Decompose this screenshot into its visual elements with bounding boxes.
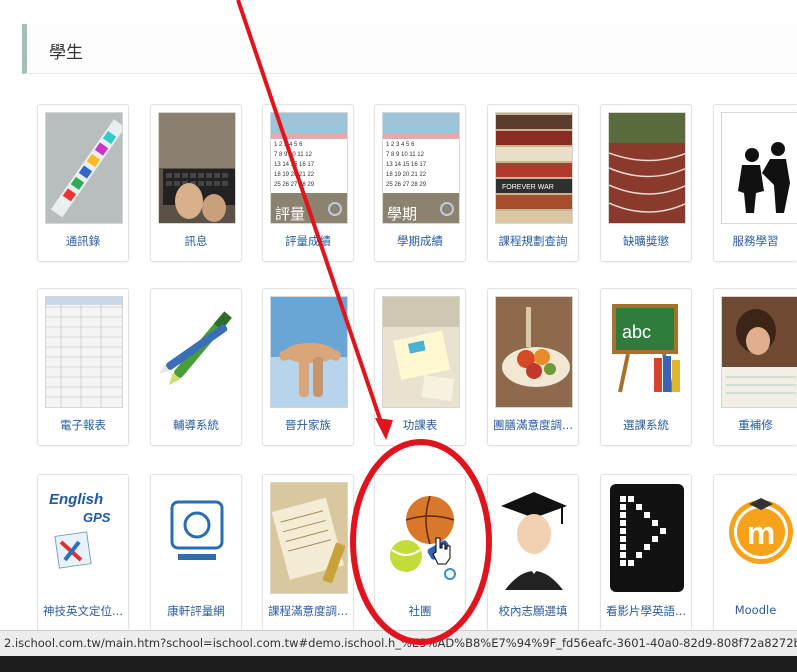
pens-thumbnail [158, 296, 236, 408]
tile-label: 電子報表 [60, 418, 106, 432]
tile-makeup-class[interactable]: 重補修 [713, 288, 797, 446]
os-taskbar [0, 656, 797, 672]
tile-service-learning[interactable]: 服務學習 [713, 104, 797, 262]
graduate-thumbnail [495, 482, 573, 594]
section-title: 學生 [49, 43, 83, 63]
tile-contacts[interactable]: 通訊錄 [37, 104, 129, 262]
tile-course-plan[interactable]: FOREVER WAR 課程規劃查詢 [487, 104, 579, 262]
chalkboard-text: abc [622, 322, 651, 342]
tile-course-survey[interactable]: 課程滿意度調... [262, 474, 354, 632]
tile-messages[interactable]: 訊息 [150, 104, 242, 262]
tile-moodle[interactable]: m Moodle [713, 474, 797, 632]
tile-label: 輔導系統 [173, 418, 219, 432]
tile-semester-grades[interactable]: 1 2 3 4 5 6 7 8 9 10 11 12 13 14 15 16 1… [374, 104, 466, 262]
tile-homework[interactable]: 功課表 [374, 288, 466, 446]
tile-assessment-grades[interactable]: 1 2 3 4 5 6 7 8 9 10 11 12 13 14 15 16 1… [262, 104, 354, 262]
calendar-overlay-text: 學期 [387, 205, 417, 223]
svg-text:25 26 27 28 29: 25 26 27 28 29 [274, 182, 315, 188]
spreadsheet-thumbnail [45, 296, 123, 408]
tile-label: 晉升家族 [285, 418, 331, 432]
tile-label: 社團 [408, 604, 432, 618]
svg-text:1 2 3 4 5 6: 1 2 3 4 5 6 [386, 142, 415, 148]
tile-label: 課程滿意度調... [268, 604, 348, 618]
tile-label: 校內志願選填 [498, 604, 568, 618]
status-url: 2.ischool.com.tw/main.htm?school=ischool… [4, 636, 797, 650]
tile-video-english[interactable]: 看影片學英語... [600, 474, 692, 632]
messages-thumbnail [158, 112, 236, 224]
notes-thumbnail [382, 296, 460, 408]
tile-english-gps[interactable]: English GPS 神技英文定位... [37, 474, 129, 632]
tile-label: 團膳滿意度調... [493, 418, 573, 432]
tile-attendance[interactable]: 缺曠獎懲 [600, 104, 692, 262]
video-play-thumbnail [608, 482, 686, 594]
tile-label: 缺曠獎懲 [623, 234, 669, 248]
contacts-thumbnail [45, 112, 123, 224]
status-bar: 2.ischool.com.tw/main.htm?school=ischool… [0, 630, 797, 656]
svg-text:7 8 9 10 11 12: 7 8 9 10 11 12 [386, 152, 425, 158]
svg-text:18 19 20 21 22: 18 19 20 21 22 [274, 172, 315, 178]
svg-text:7 8 9 10 11 12: 7 8 9 10 11 12 [274, 152, 313, 158]
moodle-logo-letter: m [747, 515, 775, 551]
calendar-thumbnail: 1 2 3 4 5 6 7 8 9 10 11 12 13 14 15 16 1… [382, 112, 460, 224]
tile-label: 通訊錄 [65, 234, 101, 248]
tile-label: 服務學習 [732, 234, 779, 248]
kangxuan-thumbnail [158, 482, 236, 594]
tile-family[interactable]: 晉升家族 [262, 288, 354, 446]
tile-label: 學期成績 [397, 234, 443, 248]
svg-text:18 19 20 21 22: 18 19 20 21 22 [386, 172, 427, 178]
app-page: 學生 通訊錄 訊息 1 2 3 4 5 6 7 8 9 10 11 12 13 … [0, 0, 797, 672]
tile-label: 功課表 [402, 418, 438, 432]
tile-label: 選課系統 [623, 418, 669, 432]
silhouette-thumbnail [721, 112, 797, 224]
svg-text:1 2 3 4 5 6: 1 2 3 4 5 6 [274, 142, 303, 148]
hands-thumbnail [270, 296, 348, 408]
tile-label: 評量成績 [285, 234, 331, 248]
tile-label: 康軒評量網 [167, 604, 225, 618]
tile-kangxuan-assessment[interactable]: 康軒評量網 [150, 474, 242, 632]
calendar-overlay-text: 評量 [275, 206, 305, 223]
tile-meal-survey[interactable]: 團膳滿意度調... [487, 288, 579, 446]
chalkboard-thumbnail: abc [608, 296, 686, 408]
books-thumbnail: FOREVER WAR [495, 112, 573, 224]
tile-label: 重補修 [738, 418, 773, 432]
tile-label: 神技英文定位... [43, 604, 123, 618]
tile-electronic-reports[interactable]: 電子報表 [37, 288, 129, 446]
section-header: 學生 [22, 24, 797, 74]
tile-course-selection[interactable]: abc 選課系統 [600, 288, 692, 446]
english-gps-thumbnail: English GPS [45, 482, 123, 594]
track-thumbnail [608, 112, 686, 224]
tile-volunteer-selection[interactable]: 校內志願選填 [487, 474, 579, 632]
tile-label: Moodle [734, 603, 777, 617]
tile-counseling[interactable]: 輔導系統 [150, 288, 242, 446]
tile-label: 課程規劃查詢 [498, 234, 568, 248]
food-thumbnail [495, 296, 573, 408]
svg-text:25 26 27 28 29: 25 26 27 28 29 [386, 182, 427, 188]
tile-label: 看影片學英語... [606, 604, 686, 618]
english-gps-text-2: GPS [83, 510, 111, 525]
survey-thumbnail [270, 482, 348, 594]
svg-text:13 14 15 16 17: 13 14 15 16 17 [274, 162, 315, 168]
student-writing-thumbnail [721, 296, 797, 408]
sports-balls-thumbnail [382, 482, 460, 594]
moodle-thumbnail: m [721, 482, 797, 594]
english-gps-text-1: English [49, 491, 103, 508]
svg-text:13 14 15 16 17: 13 14 15 16 17 [386, 162, 427, 168]
calendar-thumbnail: 1 2 3 4 5 6 7 8 9 10 11 12 13 14 15 16 1… [270, 112, 348, 224]
book-spine-text: FOREVER WAR [502, 184, 554, 191]
tile-label: 訊息 [184, 234, 208, 248]
tile-clubs[interactable]: 社團 [374, 474, 466, 632]
